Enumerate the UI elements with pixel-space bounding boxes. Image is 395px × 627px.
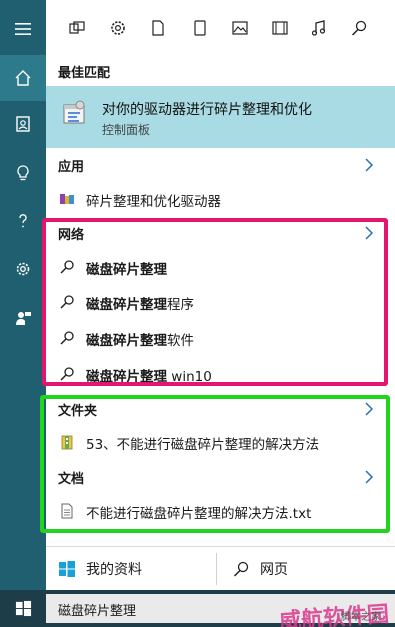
home-icon[interactable] [0, 55, 46, 101]
search-icon [233, 561, 249, 577]
start-button[interactable] [0, 590, 46, 627]
search-filter-bar [46, 0, 395, 56]
best-match-header: 最佳匹配 [58, 66, 111, 81]
control-panel-icon [60, 99, 90, 129]
best-match-item[interactable]: 对你的驱动器进行碎片整理和优化 控制面板 [46, 86, 395, 148]
quick-divider [216, 553, 217, 585]
help-icon[interactable] [0, 198, 46, 244]
app-item-defrag[interactable]: 碎片整理和优化驱动器 [46, 184, 395, 214]
windows-start-icon [15, 600, 31, 617]
best-match-subtitle: 控制面板 [102, 123, 151, 137]
music-filter-icon[interactable] [307, 16, 331, 40]
watermark-sub: 脚本之家 [341, 612, 381, 623]
apps-chevron-right-icon[interactable] [363, 157, 375, 173]
videos-filter-icon[interactable] [268, 16, 292, 40]
search-query-text: 磁盘碎片整理 [58, 604, 137, 619]
my-stuff-label: 我的资料 [86, 562, 142, 578]
web-search-filter-icon[interactable] [347, 16, 371, 40]
apps-header: 应用 [58, 160, 85, 175]
photos-filter-icon[interactable] [228, 16, 252, 40]
documents-filter-icon[interactable] [146, 16, 170, 40]
files-results-highlight [40, 395, 390, 533]
settings-filter-icon[interactable] [106, 16, 130, 40]
best-match-title: 对你的驱动器进行碎片整理和优化 [102, 102, 312, 118]
web-label: 网页 [260, 562, 288, 578]
app-item-label: 碎片整理和优化驱动器 [86, 194, 221, 210]
apps-filter-icon[interactable] [65, 16, 89, 40]
my-stuff-button[interactable]: 我的资料 [58, 547, 142, 591]
web-button[interactable]: 网页 [232, 547, 288, 591]
taskbar: 磁盘碎片整理 威航软件园 脚本之家 [0, 590, 395, 627]
settings-icon[interactable] [0, 246, 46, 292]
lightbulb-icon[interactable] [0, 150, 46, 196]
windows-logo-icon [59, 561, 75, 577]
taskbar-search-input[interactable]: 磁盘碎片整理 威航软件园 脚本之家 [46, 594, 395, 627]
feedback-icon[interactable] [0, 295, 46, 341]
defrag-app-icon [58, 190, 76, 208]
folders-filter-icon[interactable] [188, 16, 212, 40]
notebook-icon[interactable] [0, 101, 46, 147]
web-results-highlight [42, 218, 388, 386]
quick-actions-bar: 我的资料 网页 [46, 546, 395, 590]
hamburger-menu-icon[interactable] [0, 6, 46, 52]
